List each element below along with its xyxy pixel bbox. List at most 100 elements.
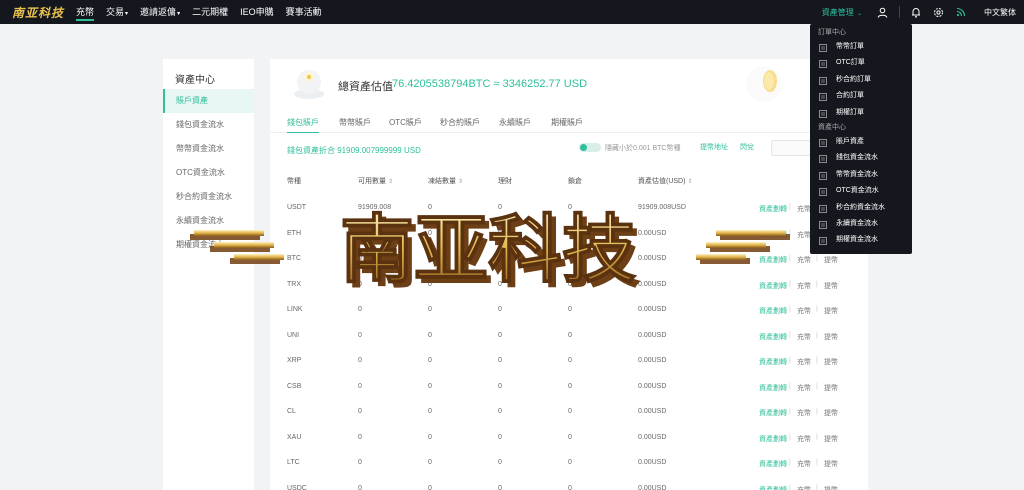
tab-0[interactable]: 錢包賬戶 (287, 117, 319, 133)
rss-icon[interactable] (955, 6, 967, 18)
dropdown-item[interactable]: 幣幣訂單 (810, 39, 912, 55)
flash-exchange-link[interactable]: 閃兌 (740, 142, 754, 152)
table-cell: 0.00USD (638, 408, 667, 415)
deposit-button[interactable]: 充幣 (797, 485, 811, 490)
sidebar-item-5[interactable]: 永續資金流水 (163, 209, 254, 233)
transfer-button[interactable]: 資產劃轉 (759, 255, 787, 265)
document-icon (819, 154, 827, 164)
dropdown-item[interactable]: 幣幣資金流水 (810, 167, 912, 183)
sidebar-item-6[interactable]: 期權資金流水 (163, 233, 254, 257)
transfer-button[interactable]: 資產劃轉 (759, 383, 787, 393)
document-icon (819, 138, 827, 147)
column-header-4[interactable]: 鎖倉 (568, 176, 582, 186)
dropdown-item[interactable]: 賬戶資產 (810, 134, 912, 150)
column-header-1[interactable]: 可用數量 ⇕ (358, 176, 393, 186)
transfer-button[interactable]: 資產劃轉 (759, 281, 787, 291)
withdraw-button[interactable]: 提幣 (824, 357, 838, 367)
transfer-button[interactable]: 資產劃轉 (759, 306, 787, 316)
settings-icon[interactable] (932, 6, 944, 18)
sidebar-item-3[interactable]: OTC資金流水 (163, 161, 254, 185)
transfer-button[interactable]: 資產劃轉 (759, 434, 787, 444)
dropdown-item[interactable]: 秒合約資金流水 (810, 200, 912, 216)
sidebar-item-4[interactable]: 秒合約資金流水 (163, 185, 254, 209)
nav-item-2[interactable]: 邀請返傭▾ (140, 0, 180, 24)
transfer-button[interactable]: 資產劃轉 (759, 204, 787, 214)
dropdown-item[interactable]: 錢包資金流水 (810, 150, 912, 166)
withdraw-button[interactable]: 提幣 (824, 434, 838, 444)
deposit-button[interactable]: 充幣 (797, 255, 811, 265)
sidebar-item-0[interactable]: 賬戶資產 (163, 89, 254, 113)
deposit-button[interactable]: 充幣 (797, 357, 811, 367)
nav-item-5[interactable]: 賽事活動 (286, 0, 322, 24)
language-selector[interactable]: 中文繁体 (984, 7, 1016, 18)
withdraw-button[interactable]: 提幣 (824, 306, 838, 316)
table-cell: LINK (287, 306, 303, 313)
document-icon (819, 109, 827, 118)
withdraw-button[interactable]: 提幣 (824, 255, 838, 265)
dropdown-item[interactable]: 永續資金流水 (810, 216, 912, 232)
sidebar-item-1[interactable]: 錢包資金流水 (163, 113, 254, 137)
withdraw-button[interactable]: 提幣 (824, 281, 838, 291)
withdraw-address-link[interactable]: 提幣地址 (700, 142, 728, 152)
tab-4[interactable]: 永續賬戶 (499, 117, 531, 133)
document-icon (819, 187, 827, 197)
withdraw-button[interactable]: 提幣 (824, 383, 838, 393)
transfer-button[interactable]: 資產劃轉 (759, 459, 787, 469)
deposit-button[interactable]: 充幣 (797, 281, 811, 291)
tab-3[interactable]: 秒合約賬戶 (440, 117, 480, 133)
withdraw-button[interactable]: 提幣 (824, 408, 838, 418)
table-row: UNI 0 0 0 0 0.00USD 資產劃轉 | 充幣 | 提幣 (270, 332, 868, 357)
dropdown-item[interactable]: OTC訂單 (810, 55, 912, 71)
transfer-button[interactable]: 資產劃轉 (759, 408, 787, 418)
table-cell: 0 (498, 408, 502, 415)
bell-icon[interactable] (899, 6, 921, 18)
deposit-button[interactable]: 充幣 (797, 230, 811, 240)
total-assets-header: 總資產估值 76.4205538794BTC ≈ 3346252.77 USD (270, 59, 868, 110)
deposit-button[interactable]: 充幣 (797, 408, 811, 418)
table-cell: 0 (498, 382, 502, 390)
column-header-5[interactable]: 資產估值(USD) ⇕ (638, 176, 692, 186)
table-cell: CSB (287, 382, 302, 390)
transfer-button[interactable]: 資產劃轉 (759, 332, 787, 342)
transfer-button[interactable]: 資產劃轉 (759, 485, 787, 490)
document-icon (819, 220, 827, 229)
table-cell: 0 (568, 255, 572, 262)
table-cell: 0.00USD (638, 382, 667, 390)
deposit-button[interactable]: 充幣 (797, 434, 811, 444)
deposit-button[interactable]: 充幣 (797, 383, 811, 393)
withdraw-button[interactable]: 提幣 (824, 332, 838, 342)
hide-small-toggle[interactable] (579, 143, 601, 152)
deposit-button[interactable]: 充幣 (797, 332, 811, 342)
transfer-button[interactable]: 資產劃轉 (759, 230, 787, 240)
dropdown-item[interactable]: 秒合約訂單 (810, 72, 912, 88)
withdraw-button[interactable]: 提幣 (824, 485, 838, 490)
tab-1[interactable]: 幣幣賬戶 (339, 117, 371, 133)
deposit-button[interactable]: 充幣 (797, 204, 811, 214)
transfer-button[interactable]: 資產劃轉 (759, 357, 787, 367)
column-header-3[interactable]: 理財 (498, 176, 512, 186)
dropdown-item[interactable]: OTC資金流水 (810, 183, 912, 199)
dropdown-item[interactable]: 期權資金流水 (810, 232, 912, 248)
table-cell: 0 (428, 229, 432, 237)
user-icon[interactable] (876, 6, 888, 18)
dropdown-item[interactable]: 合約訂單 (810, 88, 912, 104)
nav-item-1[interactable]: 交易▾ (106, 0, 128, 24)
nav-item-0[interactable]: 充幣 (76, 0, 95, 24)
site-logo[interactable]: 南亚科技 (12, 3, 64, 21)
divider: | (789, 280, 791, 288)
nav-item-4[interactable]: IEO申購 (240, 0, 274, 24)
main-panel: 總資產估值 76.4205538794BTC ≈ 3346252.77 USD … (270, 59, 868, 490)
asset-management-menu[interactable]: 資產管理 ⌄ (822, 7, 862, 18)
tab-5[interactable]: 期權賬戶 (551, 117, 583, 133)
withdraw-button[interactable]: 提幣 (824, 459, 838, 469)
sidebar-item-2[interactable]: 幣幣資金流水 (163, 137, 254, 161)
deposit-button[interactable]: 充幣 (797, 459, 811, 469)
tab-2[interactable]: OTC賬戶 (389, 117, 422, 133)
account-tabs: 錢包賬戶 幣幣賬戶 OTC賬戶 秒合約賬戶 永續賬戶 期權賬戶 (270, 117, 868, 133)
table-cell: 0 (498, 280, 502, 288)
column-header-2[interactable]: 凍結數量 ⇕ (428, 176, 463, 186)
dropdown-item[interactable]: 期權訂單 (810, 105, 912, 121)
deposit-button[interactable]: 充幣 (797, 306, 811, 316)
table-row: CL 0 0 0 0 0.00USD 資產劃轉 | 充幣 | 提幣 (270, 408, 868, 433)
nav-item-3[interactable]: 二元期權 (192, 0, 228, 24)
